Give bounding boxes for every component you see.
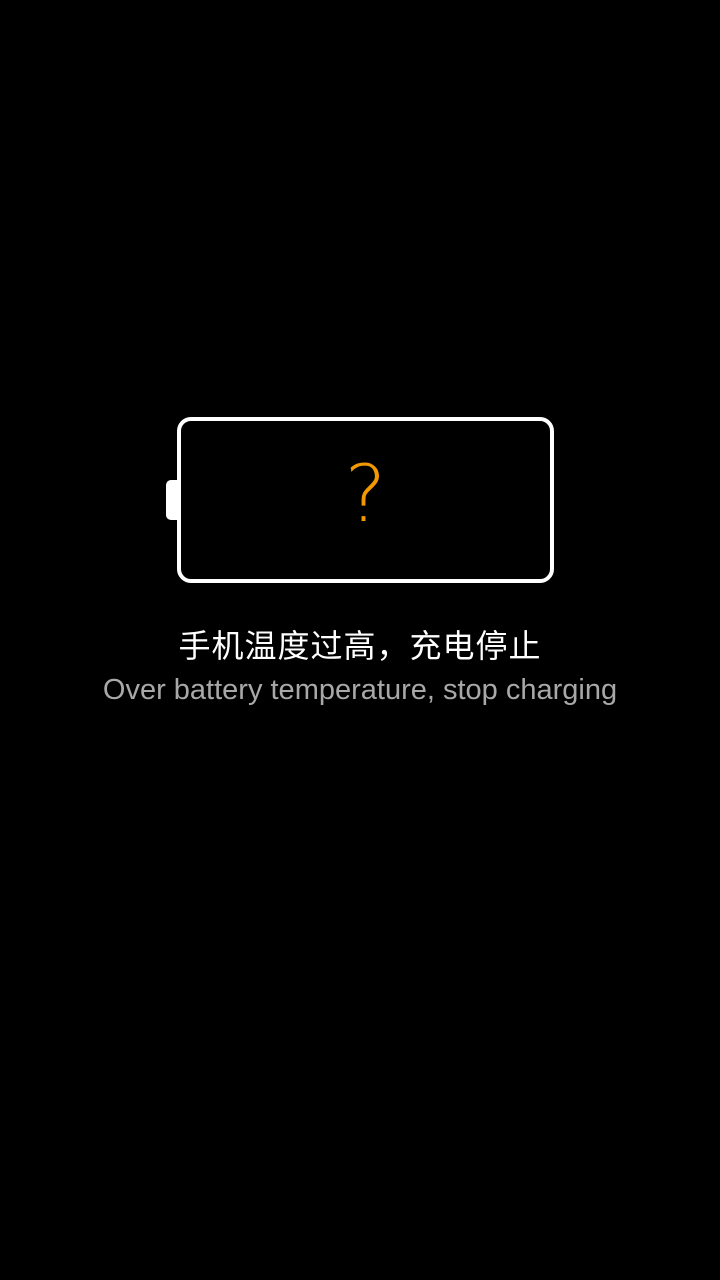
temperature-warning-english: Over battery temperature, stop charging — [102, 674, 618, 706]
battery-unknown-icon: ? — [177, 417, 554, 583]
temperature-warning-chinese: 手机温度过高，充电停止 — [178, 627, 542, 665]
question-mark-icon: ? — [344, 450, 387, 540]
charging-warning-screen: ? 手机温度过高，充电停止 Over battery temperature, … — [0, 0, 720, 1280]
